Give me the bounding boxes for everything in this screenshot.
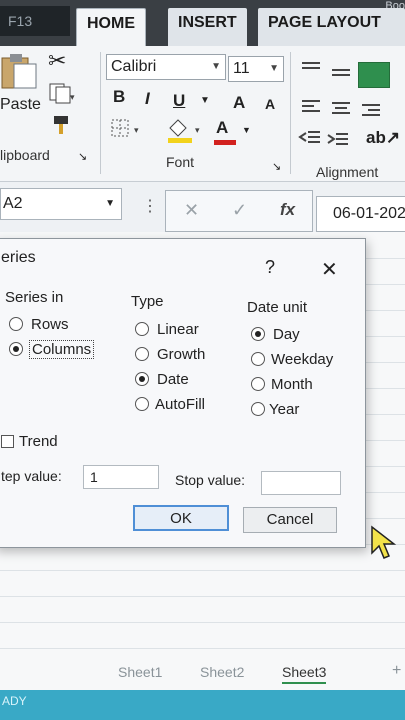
grow-font-button[interactable]: A	[232, 92, 246, 114]
chevron-down-icon: ▼	[211, 61, 221, 72]
font-name-combo[interactable]: Calibri ▼	[106, 54, 226, 80]
font-color-button[interactable]: A ▼	[212, 118, 252, 146]
cut-icon[interactable]: ✂	[48, 48, 66, 74]
alignment-group-label: Alignment	[316, 164, 379, 180]
tab-page-layout[interactable]: PAGE LAYOUT	[258, 8, 405, 46]
bottom-align-icon[interactable]	[358, 62, 390, 88]
autofill-label[interactable]: AutoFill	[155, 396, 205, 413]
align-center-icon[interactable]	[330, 100, 352, 123]
growth-label[interactable]: Growth	[157, 346, 205, 363]
top-align-icon[interactable]	[300, 60, 322, 81]
ok-button[interactable]: OK	[133, 505, 229, 531]
chevron-down-icon: ▼	[269, 63, 279, 74]
step-value-label: tep value:	[1, 468, 62, 484]
year-radio[interactable]	[251, 402, 265, 416]
name-box-value: A2	[3, 195, 23, 212]
svg-text:▾: ▾	[195, 125, 200, 135]
quick-access-box[interactable]: F13	[0, 6, 70, 36]
font-color-swatch	[214, 140, 236, 145]
columns-label[interactable]: Columns	[29, 340, 95, 359]
italic-button[interactable]: I	[144, 88, 151, 110]
tab-home[interactable]: HOME	[76, 8, 146, 48]
trend-checkbox[interactable]	[1, 435, 14, 448]
borders-icon[interactable]: ▾	[110, 118, 144, 145]
weekday-label[interactable]: Weekday	[271, 351, 333, 368]
chevron-down-icon: ▼	[105, 198, 115, 209]
align-right-icon[interactable]	[360, 102, 382, 125]
day-radio[interactable]	[251, 327, 265, 341]
name-box[interactable]: A2 ▼	[0, 188, 122, 220]
year-label[interactable]: Year	[269, 401, 299, 418]
cancel-button[interactable]: Cancel	[243, 507, 337, 533]
font-color-letter: A	[216, 118, 229, 137]
clipboard-group-label: lipboard	[0, 147, 50, 163]
format-painter-icon[interactable]	[50, 112, 74, 141]
month-label[interactable]: Month	[271, 376, 313, 393]
date-unit-label: Date unit	[247, 299, 308, 316]
confirm-entry-icon[interactable]: ✓	[232, 200, 247, 221]
more-options-icon[interactable]: ⋮	[142, 196, 158, 216]
date-radio[interactable]	[135, 372, 149, 386]
gridline	[0, 596, 405, 597]
copy-icon[interactable]: ▾	[48, 82, 76, 109]
svg-text:▾: ▾	[134, 125, 139, 135]
growth-radio[interactable]	[135, 347, 149, 361]
gridline	[0, 622, 405, 623]
separator	[290, 52, 291, 174]
sheet-tab-2[interactable]: Sheet2	[200, 664, 244, 680]
underline-button[interactable]: U	[172, 90, 186, 112]
sheet-tab-1[interactable]: Sheet1	[118, 664, 162, 680]
tab-insert[interactable]: INSERT	[168, 8, 247, 46]
linear-label[interactable]: Linear	[157, 321, 199, 338]
type-label: Type	[131, 293, 164, 310]
help-button[interactable]: ?	[265, 257, 275, 278]
autofill-radio[interactable]	[135, 397, 149, 411]
gridline	[0, 570, 405, 571]
svg-text:▾: ▾	[70, 92, 75, 102]
stop-value-label: Stop value:	[175, 472, 246, 488]
close-button[interactable]: ✕	[321, 257, 338, 282]
increase-indent-icon[interactable]	[326, 130, 350, 153]
cancel-entry-icon[interactable]: ✕	[184, 200, 199, 221]
series-in-label: Series in	[5, 289, 64, 306]
paste-button[interactable]: Paste	[0, 96, 41, 114]
formula-input[interactable]: 06-01-202	[316, 196, 405, 232]
rows-radio[interactable]	[9, 317, 23, 331]
sheet-tab-3[interactable]: Sheet3	[282, 664, 327, 684]
trend-label[interactable]: Trend	[19, 433, 58, 450]
paste-icon[interactable]	[0, 52, 40, 90]
shrink-font-button[interactable]: A	[264, 95, 276, 113]
step-value-input[interactable]: 1	[83, 465, 159, 489]
middle-align-icon[interactable]	[330, 66, 352, 87]
dialog-title: eries	[1, 249, 36, 266]
chevron-down-icon[interactable]: ▼	[200, 95, 210, 106]
orientation-icon[interactable]: ab↗	[366, 128, 400, 148]
font-group-label: Font	[166, 154, 195, 170]
status-bar: ADY	[0, 690, 405, 720]
font-launcher-icon[interactable]: ↘	[272, 160, 281, 173]
gridline	[0, 648, 405, 649]
mouse-cursor-icon	[370, 525, 398, 566]
insert-function-icon[interactable]: fx	[280, 200, 295, 220]
stop-value-input[interactable]	[261, 471, 341, 495]
clipboard-launcher-icon[interactable]: ↘	[78, 150, 87, 163]
bold-button[interactable]: B	[112, 86, 126, 108]
weekday-radio[interactable]	[251, 352, 265, 366]
align-left-icon[interactable]	[300, 98, 322, 121]
font-size-combo[interactable]: 11 ▼	[228, 56, 284, 82]
font-name-value: Calibri	[111, 58, 157, 75]
rows-label[interactable]: Rows	[31, 316, 69, 333]
month-radio[interactable]	[251, 377, 265, 391]
linear-radio[interactable]	[135, 322, 149, 336]
separator	[100, 52, 101, 174]
add-sheet-icon[interactable]: +	[392, 662, 401, 680]
font-size-value: 11	[233, 60, 250, 77]
series-dialog: eries ? ✕ Series in Rows Columns Type Li…	[0, 238, 366, 548]
chevron-down-icon: ▼	[242, 125, 251, 135]
columns-radio[interactable]	[9, 342, 23, 356]
fill-color-icon[interactable]: ▾	[166, 118, 204, 149]
day-label[interactable]: Day	[273, 326, 300, 343]
decrease-indent-icon[interactable]	[298, 128, 322, 151]
date-label[interactable]: Date	[157, 371, 189, 388]
